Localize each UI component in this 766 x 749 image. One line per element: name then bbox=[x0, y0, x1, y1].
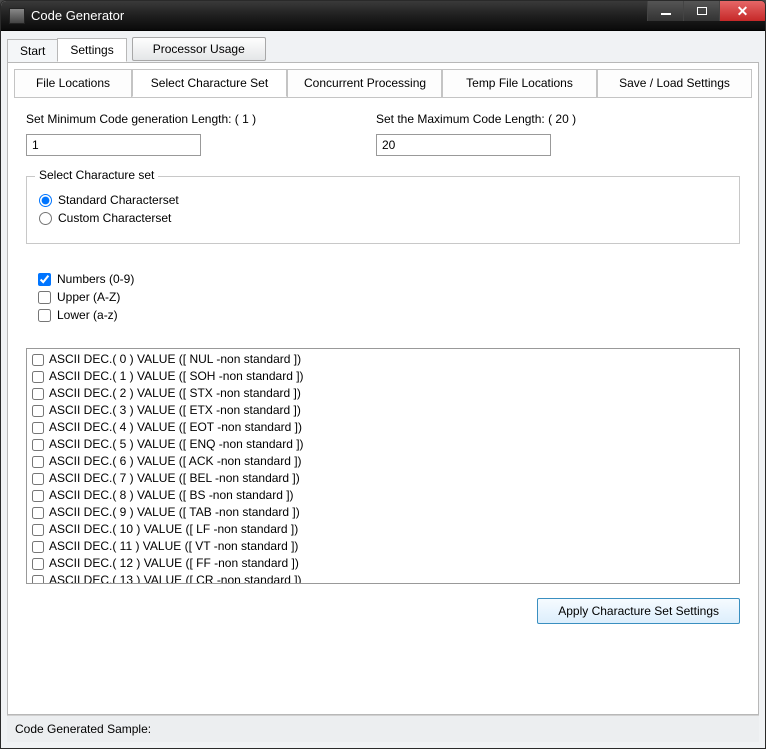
app-icon bbox=[9, 8, 25, 24]
charset-page: Set Minimum Code generation Length: ( 1 … bbox=[10, 98, 756, 712]
apply-charset-button[interactable]: Apply Characture Set Settings bbox=[537, 598, 740, 624]
ascii-item[interactable]: ASCII DEC.( 2 ) VALUE ([ STX -non standa… bbox=[29, 385, 737, 402]
radio-custom[interactable]: Custom Characterset bbox=[39, 211, 727, 225]
ascii-item-label: ASCII DEC.( 13 ) VALUE ([ CR -non standa… bbox=[49, 573, 302, 584]
ascii-item-checkbox[interactable] bbox=[32, 371, 44, 383]
charset-groupbox: Select Characture set Standard Character… bbox=[26, 176, 740, 244]
ascii-item-label: ASCII DEC.( 11 ) VALUE ([ VT -non standa… bbox=[49, 539, 298, 554]
radio-custom-input[interactable] bbox=[39, 212, 52, 225]
ascii-item-checkbox[interactable] bbox=[32, 405, 44, 417]
min-length-label: Set Minimum Code generation Length: ( 1 … bbox=[26, 112, 286, 126]
ascii-item-checkbox[interactable] bbox=[32, 456, 44, 468]
check-lower[interactable]: Lower (a-z) bbox=[38, 308, 740, 322]
ascii-item-checkbox[interactable] bbox=[32, 524, 44, 536]
check-upper-label: Upper (A-Z) bbox=[57, 290, 120, 304]
subtab-temp-locations[interactable]: Temp File Locations bbox=[442, 69, 597, 97]
ascii-item[interactable]: ASCII DEC.( 6 ) VALUE ([ ACK -non standa… bbox=[29, 453, 737, 470]
ascii-item[interactable]: ASCII DEC.( 11 ) VALUE ([ VT -non standa… bbox=[29, 538, 737, 555]
ascii-item[interactable]: ASCII DEC.( 3 ) VALUE ([ ETX -non standa… bbox=[29, 402, 737, 419]
ascii-listbox[interactable]: ASCII DEC.( 0 ) VALUE ([ NUL -non standa… bbox=[26, 348, 740, 584]
client-area: Start Settings Processor Usage File Loca… bbox=[1, 31, 765, 748]
check-lower-label: Lower (a-z) bbox=[57, 308, 118, 322]
check-upper-input[interactable] bbox=[38, 291, 51, 304]
ascii-item-label: ASCII DEC.( 4 ) VALUE ([ EOT -non standa… bbox=[49, 420, 302, 435]
min-length-input[interactable] bbox=[26, 134, 201, 156]
processor-usage-button[interactable]: Processor Usage bbox=[132, 37, 266, 61]
ascii-item[interactable]: ASCII DEC.( 0 ) VALUE ([ NUL -non standa… bbox=[29, 351, 737, 368]
minimize-icon bbox=[661, 13, 671, 15]
window-title: Code Generator bbox=[31, 8, 124, 23]
ascii-item-label: ASCII DEC.( 12 ) VALUE ([ FF -non standa… bbox=[49, 556, 299, 571]
ascii-item-checkbox[interactable] bbox=[32, 541, 44, 553]
app-window: Code Generator ✕ Start Settings Processo… bbox=[0, 0, 766, 749]
titlebar[interactable]: Code Generator ✕ bbox=[1, 1, 765, 31]
close-button[interactable]: ✕ bbox=[719, 1, 765, 21]
ascii-item-label: ASCII DEC.( 5 ) VALUE ([ ENQ -non standa… bbox=[49, 437, 304, 452]
ascii-item[interactable]: ASCII DEC.( 1 ) VALUE ([ SOH -non standa… bbox=[29, 368, 737, 385]
subtab-select-charset[interactable]: Select Characture Set bbox=[132, 69, 287, 97]
ascii-item[interactable]: ASCII DEC.( 7 ) VALUE ([ BEL -non standa… bbox=[29, 470, 737, 487]
subtab-file-locations[interactable]: File Locations bbox=[14, 69, 132, 97]
ascii-item-checkbox[interactable] bbox=[32, 422, 44, 434]
ascii-item-label: ASCII DEC.( 0 ) VALUE ([ NUL -non standa… bbox=[49, 352, 301, 367]
charset-group-title: Select Characture set bbox=[35, 168, 158, 182]
radio-custom-label: Custom Characterset bbox=[58, 211, 171, 225]
ascii-item[interactable]: ASCII DEC.( 9 ) VALUE ([ TAB -non standa… bbox=[29, 504, 737, 521]
ascii-item-checkbox[interactable] bbox=[32, 558, 44, 570]
max-length-label: Set the Maximum Code Length: ( 20 ) bbox=[376, 112, 636, 126]
window-controls: ✕ bbox=[647, 1, 765, 21]
ascii-item-checkbox[interactable] bbox=[32, 439, 44, 451]
ascii-item-label: ASCII DEC.( 10 ) VALUE ([ LF -non standa… bbox=[49, 522, 298, 537]
settings-page: File Locations Select Characture Set Con… bbox=[7, 63, 759, 715]
check-numbers[interactable]: Numbers (0-9) bbox=[38, 272, 740, 286]
ascii-item[interactable]: ASCII DEC.( 10 ) VALUE ([ LF -non standa… bbox=[29, 521, 737, 538]
ascii-item[interactable]: ASCII DEC.( 13 ) VALUE ([ CR -non standa… bbox=[29, 572, 737, 584]
ascii-item-checkbox[interactable] bbox=[32, 575, 44, 585]
ascii-item-checkbox[interactable] bbox=[32, 473, 44, 485]
ascii-item[interactable]: ASCII DEC.( 12 ) VALUE ([ FF -non standa… bbox=[29, 555, 737, 572]
main-tabs: Start Settings Processor Usage bbox=[7, 37, 759, 63]
radio-standard-label: Standard Characterset bbox=[58, 193, 179, 207]
ascii-item-checkbox[interactable] bbox=[32, 354, 44, 366]
minimize-button[interactable] bbox=[647, 1, 683, 21]
ascii-item-label: ASCII DEC.( 6 ) VALUE ([ ACK -non standa… bbox=[49, 454, 302, 469]
ascii-item-label: ASCII DEC.( 7 ) VALUE ([ BEL -non standa… bbox=[49, 471, 300, 486]
close-icon: ✕ bbox=[737, 3, 749, 20]
ascii-item[interactable]: ASCII DEC.( 4 ) VALUE ([ EOT -non standa… bbox=[29, 419, 737, 436]
ascii-item-checkbox[interactable] bbox=[32, 490, 44, 502]
maximize-icon bbox=[697, 7, 707, 15]
ascii-item-checkbox[interactable] bbox=[32, 388, 44, 400]
sub-tabs: File Locations Select Characture Set Con… bbox=[14, 69, 752, 98]
subtab-save-load[interactable]: Save / Load Settings bbox=[597, 69, 752, 97]
footer: Code Generated Sample: bbox=[7, 715, 759, 742]
check-numbers-input[interactable] bbox=[38, 273, 51, 286]
sample-label: Code Generated Sample: bbox=[15, 722, 151, 736]
length-row: Set Minimum Code generation Length: ( 1 … bbox=[26, 112, 740, 156]
ascii-item-label: ASCII DEC.( 1 ) VALUE ([ SOH -non standa… bbox=[49, 369, 304, 384]
ascii-item[interactable]: ASCII DEC.( 8 ) VALUE ([ BS -non standar… bbox=[29, 487, 737, 504]
check-numbers-label: Numbers (0-9) bbox=[57, 272, 134, 286]
radio-standard[interactable]: Standard Characterset bbox=[39, 193, 727, 207]
tab-settings[interactable]: Settings bbox=[57, 38, 126, 62]
ascii-item[interactable]: ASCII DEC.( 5 ) VALUE ([ ENQ -non standa… bbox=[29, 436, 737, 453]
check-lower-input[interactable] bbox=[38, 309, 51, 322]
maximize-button[interactable] bbox=[683, 1, 719, 21]
radio-standard-input[interactable] bbox=[39, 194, 52, 207]
max-length-input[interactable] bbox=[376, 134, 551, 156]
ascii-item-label: ASCII DEC.( 2 ) VALUE ([ STX -non standa… bbox=[49, 386, 301, 401]
tab-start[interactable]: Start bbox=[7, 39, 58, 62]
ascii-item-label: ASCII DEC.( 3 ) VALUE ([ ETX -non standa… bbox=[49, 403, 301, 418]
ascii-item-label: ASCII DEC.( 8 ) VALUE ([ BS -non standar… bbox=[49, 488, 294, 503]
subtab-concurrent[interactable]: Concurrent Processing bbox=[287, 69, 442, 97]
check-upper[interactable]: Upper (A-Z) bbox=[38, 290, 740, 304]
ascii-item-checkbox[interactable] bbox=[32, 507, 44, 519]
ascii-item-label: ASCII DEC.( 9 ) VALUE ([ TAB -non standa… bbox=[49, 505, 300, 520]
charclass-checks: Numbers (0-9) Upper (A-Z) Lower (a-z) bbox=[38, 268, 740, 326]
